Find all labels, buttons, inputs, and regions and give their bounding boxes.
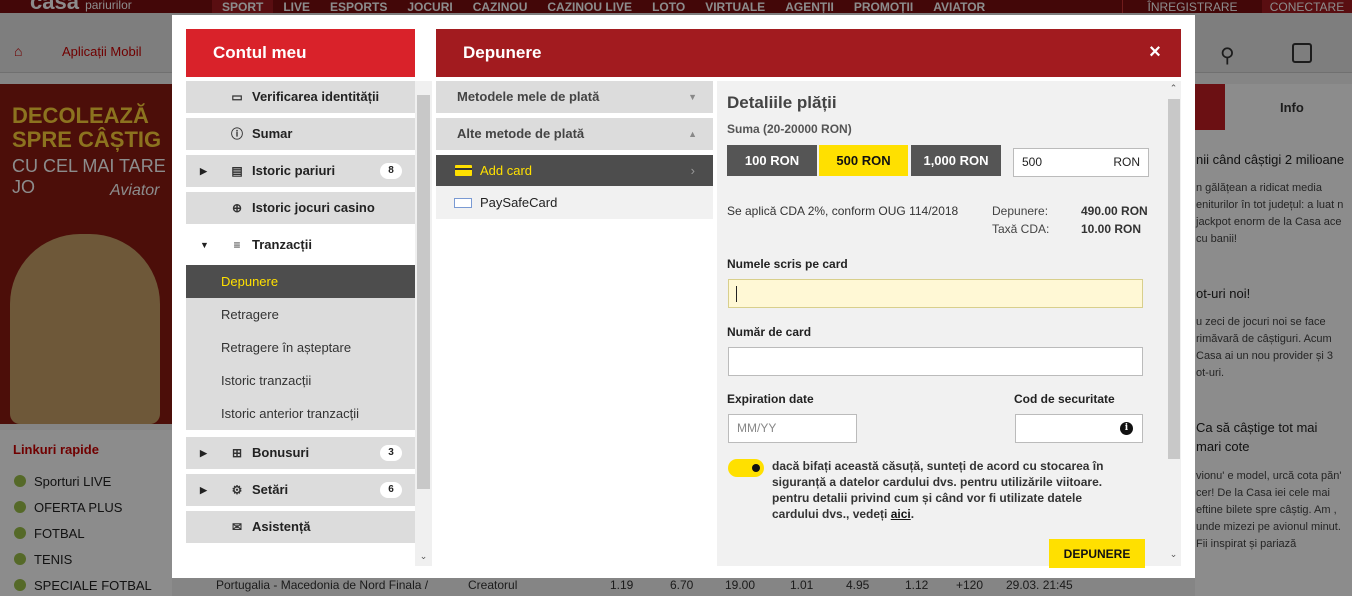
gears-icon: ⚙ bbox=[231, 483, 243, 497]
amount-input[interactable]: 500 RON bbox=[1013, 148, 1149, 177]
submenu-pending-withdrawal[interactable]: Retragere în așteptare bbox=[186, 331, 415, 364]
account-menu: ▭ Verificarea identității ⓘ Sumar ▶ ▤ Is… bbox=[186, 81, 415, 545]
menu-item-support[interactable]: ✉ Asistență bbox=[186, 511, 415, 543]
count-badge: 6 bbox=[380, 482, 402, 498]
scrollbar-thumb[interactable] bbox=[1168, 99, 1180, 459]
info-icon: ⓘ bbox=[230, 127, 243, 141]
consent-details-link[interactable]: aici bbox=[891, 507, 911, 521]
caret-right-icon: ▶ bbox=[200, 166, 207, 176]
amount-1000-button[interactable]: 1,000 RON bbox=[911, 145, 1001, 176]
submenu-transaction-history[interactable]: Istoric tranzacții bbox=[186, 364, 415, 397]
menu-item-summary[interactable]: ⓘ Sumar bbox=[186, 118, 415, 150]
card-number-input[interactable] bbox=[728, 347, 1143, 376]
info-icon[interactable]: i bbox=[1120, 422, 1133, 435]
deposit-header: Depunere × bbox=[436, 29, 1181, 77]
security-code-label: Cod de securitate bbox=[1014, 392, 1115, 406]
menu-item-bet-history[interactable]: ▶ ▤ Istoric pariuri 8 bbox=[186, 155, 415, 187]
count-badge: 8 bbox=[380, 163, 402, 179]
tax-note: Se aplică CDA 2%, conform OUG 114/2018 bbox=[727, 204, 959, 218]
deposit-submit-button[interactable]: DEPUNERE bbox=[1049, 539, 1145, 568]
menu-item-casino-history[interactable]: ⊕ Istoric jocuri casino bbox=[186, 192, 415, 224]
count-badge: 3 bbox=[380, 445, 402, 461]
cardholder-name-label: Numele scris pe card bbox=[727, 257, 848, 271]
account-modal: Contul meu Depunere × ▭ Verificarea iden… bbox=[172, 15, 1195, 578]
scroll-down-icon[interactable]: ⌄ bbox=[415, 551, 432, 562]
menu-item-transactions[interactable]: ▼ ≡ Tranzacții bbox=[186, 229, 415, 261]
payment-details: Detaliile plății Suma (20-20000 RON) 100… bbox=[717, 81, 1165, 568]
chevron-right-icon: › bbox=[690, 163, 695, 178]
menu-item-bonuses[interactable]: ▶ ⊞ Bonusuri 3 bbox=[186, 437, 415, 469]
ticket-icon: ▤ bbox=[231, 164, 243, 178]
scroll-down-icon[interactable]: ⌄ bbox=[1165, 549, 1182, 560]
payment-methods: Metodele mele de plată ▼ Alte metode de … bbox=[436, 81, 713, 571]
security-code-input[interactable]: i bbox=[1015, 414, 1143, 443]
deposit-amount-label: Depunere: bbox=[992, 204, 1049, 218]
amount-100-button[interactable]: 100 RON bbox=[727, 145, 817, 176]
expiration-date-label: Expiration date bbox=[727, 392, 814, 406]
coins-icon: ≡ bbox=[233, 238, 241, 252]
submenu-withdrawal[interactable]: Retragere bbox=[186, 298, 415, 331]
save-card-consent: dacă bifați această căsuță, sunteți de a… bbox=[772, 459, 1104, 521]
caret-down-icon: ▼ bbox=[200, 240, 209, 250]
details-scrollbar[interactable]: ⌃ ⌄ bbox=[1165, 81, 1181, 566]
deposit-amount-value: 490.00 RON bbox=[1081, 204, 1148, 218]
my-payment-methods-header[interactable]: Metodele mele de plată ▼ bbox=[436, 81, 713, 113]
paysafecard-icon bbox=[454, 198, 472, 208]
gift-icon: ⊞ bbox=[231, 446, 243, 460]
tax-label: Taxă CDA: bbox=[992, 222, 1050, 236]
tax-value: 10.00 RON bbox=[1081, 222, 1142, 236]
menu-item-identity-verification[interactable]: ▭ Verificarea identității bbox=[186, 81, 415, 113]
currency-label: RON bbox=[1113, 155, 1140, 169]
globe-icon: ⊕ bbox=[231, 201, 243, 215]
expiration-date-input[interactable]: MM/YY bbox=[728, 414, 857, 443]
text-caret bbox=[736, 286, 737, 302]
deposit-title: Depunere bbox=[463, 43, 542, 62]
card-number-label: Număr de card bbox=[727, 325, 812, 339]
menu-item-settings[interactable]: ▶ ⚙ Setări 6 bbox=[186, 474, 415, 506]
submenu-older-transaction-history[interactable]: Istoric anterior tranzacții bbox=[186, 397, 415, 430]
account-header: Contul meu bbox=[186, 29, 415, 77]
close-icon[interactable]: × bbox=[1129, 29, 1181, 77]
menu-scrollbar[interactable]: ⌄ bbox=[415, 81, 432, 566]
add-card-option[interactable]: Add card › bbox=[436, 155, 713, 186]
save-card-toggle[interactable] bbox=[728, 459, 764, 477]
id-card-icon: ▭ bbox=[231, 90, 243, 104]
chevron-down-icon: ▼ bbox=[688, 92, 697, 102]
mail-icon: ✉ bbox=[231, 520, 243, 534]
other-payment-methods-header[interactable]: Alte metode de plată ▲ bbox=[436, 118, 713, 150]
caret-right-icon: ▶ bbox=[200, 485, 207, 495]
payment-details-title: Detaliile plății bbox=[727, 93, 837, 112]
toggle-knob bbox=[752, 464, 760, 472]
caret-right-icon: ▶ bbox=[200, 448, 207, 458]
scrollbar-thumb[interactable] bbox=[417, 95, 430, 489]
amount-500-button[interactable]: 500 RON bbox=[819, 145, 908, 176]
amount-range-label: Suma (20-20000 RON) bbox=[727, 122, 852, 136]
chevron-up-icon: ▲ bbox=[688, 129, 697, 139]
paysafecard-option[interactable]: PaySafeCard bbox=[436, 186, 713, 219]
cardholder-name-input[interactable] bbox=[728, 279, 1143, 308]
scroll-up-icon[interactable]: ⌃ bbox=[1165, 83, 1182, 94]
submenu-deposit[interactable]: Depunere bbox=[186, 265, 415, 298]
credit-card-icon bbox=[455, 165, 472, 176]
